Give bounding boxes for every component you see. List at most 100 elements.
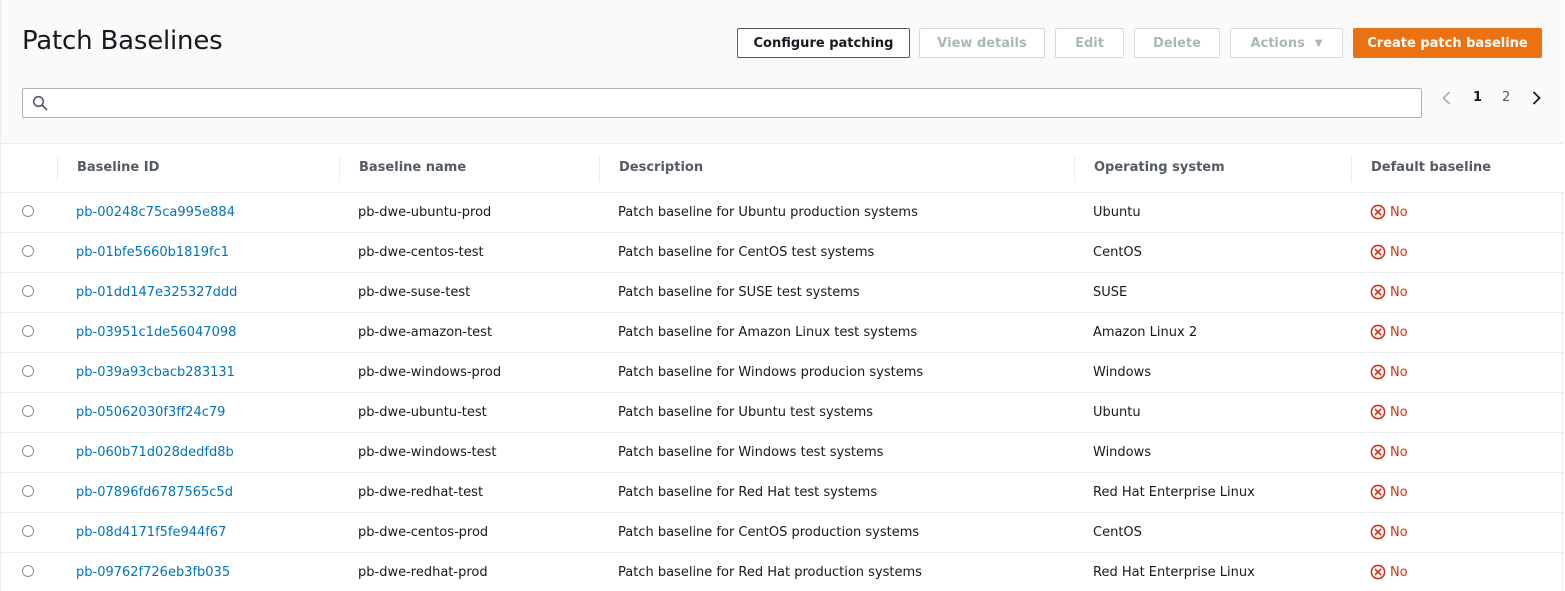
x-circle-icon [1370, 564, 1386, 580]
column-header-operating-system[interactable]: Operating system [1094, 160, 1225, 175]
table-row[interactable]: pb-07896fd6787565c5d pb-dwe-redhat-test … [1, 473, 1564, 513]
column-divider [599, 156, 600, 182]
x-circle-icon [1370, 244, 1386, 260]
search-box[interactable] [22, 88, 1422, 118]
x-circle-icon [1370, 204, 1386, 220]
row-select-radio[interactable] [22, 285, 34, 297]
default-baseline-value: No [1390, 364, 1408, 380]
operating-system-cell: Ubuntu [1093, 405, 1141, 420]
default-baseline-cell: No [1370, 404, 1408, 420]
operating-system-cell: Red Hat Enterprise Linux [1093, 565, 1255, 580]
table-row[interactable]: pb-039a93cbacb283131 pb-dwe-windows-prod… [1, 353, 1564, 393]
row-select-radio[interactable] [22, 245, 34, 257]
default-baseline-cell: No [1370, 564, 1408, 580]
actions-label: Actions [1250, 35, 1305, 51]
patch-baselines-page: Patch Baselines Configure patching View … [0, 0, 1564, 591]
table-body: pb-00248c75ca995e884 pb-dwe-ubuntu-prod … [1, 193, 1564, 591]
operating-system-cell: Ubuntu [1093, 205, 1141, 220]
default-baseline-cell: No [1370, 204, 1408, 220]
table-row[interactable]: pb-01bfe5660b1819fc1 pb-dwe-centos-test … [1, 233, 1564, 273]
operating-system-cell: Windows [1093, 445, 1152, 460]
description-cell: Patch baseline for Ubuntu test systems [618, 405, 874, 420]
operating-system-cell: SUSE [1093, 285, 1128, 300]
search-input[interactable] [57, 92, 1411, 116]
table-row[interactable]: pb-08d4171f5fe944f67 pb-dwe-centos-prod … [1, 513, 1564, 553]
description-cell: Patch baseline for Amazon Linux test sys… [618, 325, 918, 340]
baseline-id-link[interactable]: pb-01bfe5660b1819fc1 [76, 245, 229, 260]
default-baseline-value: No [1390, 524, 1408, 540]
baseline-id-link[interactable]: pb-060b71d028dedfd8b [76, 445, 234, 460]
description-cell: Patch baseline for CentOS production sys… [618, 525, 920, 540]
default-baseline-value: No [1390, 284, 1408, 300]
default-baseline-cell: No [1370, 284, 1408, 300]
default-baseline-cell: No [1370, 524, 1408, 540]
description-cell: Patch baseline for Ubuntu production sys… [618, 205, 918, 220]
table-row[interactable]: pb-03951c1de56047098 pb-dwe-amazon-test … [1, 313, 1564, 353]
operating-system-cell: Windows [1093, 365, 1152, 380]
baseline-name-cell: pb-dwe-centos-test [358, 245, 484, 260]
edit-button[interactable]: Edit [1055, 28, 1124, 58]
column-divider [1351, 156, 1352, 182]
row-select-radio[interactable] [22, 205, 34, 217]
view-details-button[interactable]: View details [919, 28, 1045, 58]
operating-system-cell: CentOS [1093, 525, 1142, 540]
row-select-radio[interactable] [22, 405, 34, 417]
baseline-name-cell: pb-dwe-centos-prod [358, 525, 489, 540]
column-header-baseline-id[interactable]: Baseline ID [77, 160, 159, 175]
table-row[interactable]: pb-01dd147e325327ddd pb-dwe-suse-test Pa… [1, 273, 1564, 313]
x-circle-icon [1370, 404, 1386, 420]
baseline-id-link[interactable]: pb-039a93cbacb283131 [76, 365, 235, 380]
column-divider [339, 156, 340, 182]
table-row[interactable]: pb-05062030f3ff24c79 pb-dwe-ubuntu-test … [1, 393, 1564, 433]
configure-patching-button[interactable]: Configure patching [737, 28, 910, 58]
create-patch-baseline-button[interactable]: Create patch baseline [1353, 28, 1542, 58]
chevron-right-icon[interactable] [1527, 89, 1545, 107]
default-baseline-value: No [1390, 324, 1408, 340]
column-divider [57, 156, 58, 182]
baseline-name-cell: pb-dwe-ubuntu-prod [358, 205, 492, 220]
baseline-id-link[interactable]: pb-09762f726eb3fb035 [76, 565, 230, 580]
default-baseline-value: No [1390, 244, 1408, 260]
row-select-radio[interactable] [22, 325, 34, 337]
baseline-id-link[interactable]: pb-00248c75ca995e884 [76, 205, 235, 220]
baseline-name-cell: pb-dwe-redhat-prod [358, 565, 488, 580]
page-number-1[interactable]: 1 [1473, 90, 1482, 105]
row-select-radio[interactable] [22, 565, 34, 577]
delete-button[interactable]: Delete [1134, 28, 1220, 58]
default-baseline-cell: No [1370, 324, 1408, 340]
caret-down-icon: ▼ [1314, 37, 1323, 49]
baseline-id-link[interactable]: pb-01dd147e325327ddd [76, 285, 237, 300]
table-row[interactable]: pb-09762f726eb3fb035 pb-dwe-redhat-prod … [1, 553, 1564, 591]
description-cell: Patch baseline for Windows test systems [618, 445, 884, 460]
x-circle-icon [1370, 484, 1386, 500]
table-row[interactable]: pb-060b71d028dedfd8b pb-dwe-windows-test… [1, 433, 1564, 473]
baseline-id-link[interactable]: pb-03951c1de56047098 [76, 325, 236, 340]
x-circle-icon [1370, 324, 1386, 340]
actions-dropdown-button[interactable]: Actions ▼ [1230, 28, 1343, 58]
table-row[interactable]: pb-00248c75ca995e884 pb-dwe-ubuntu-prod … [1, 193, 1564, 233]
baseline-name-cell: pb-dwe-suse-test [358, 285, 471, 300]
baseline-name-cell: pb-dwe-redhat-test [358, 485, 484, 500]
default-baseline-cell: No [1370, 444, 1408, 460]
header-area: Patch Baselines Configure patching View … [1, 0, 1564, 144]
chevron-left-icon[interactable] [1438, 89, 1456, 107]
search-icon [32, 95, 48, 111]
description-cell: Patch baseline for SUSE test systems [618, 285, 860, 300]
row-select-radio[interactable] [22, 445, 34, 457]
column-header-baseline-name[interactable]: Baseline name [359, 160, 466, 175]
row-select-radio[interactable] [22, 525, 34, 537]
row-select-radio[interactable] [22, 365, 34, 377]
baseline-id-link[interactable]: pb-05062030f3ff24c79 [76, 405, 225, 420]
column-header-description[interactable]: Description [619, 160, 703, 175]
default-baseline-cell: No [1370, 244, 1408, 260]
baseline-id-link[interactable]: pb-08d4171f5fe944f67 [76, 525, 226, 540]
table-header: Baseline ID Baseline name Description Op… [1, 144, 1564, 193]
default-baseline-value: No [1390, 564, 1408, 580]
x-circle-icon [1370, 524, 1386, 540]
row-select-radio[interactable] [22, 485, 34, 497]
description-cell: Patch baseline for CentOS test systems [618, 245, 875, 260]
column-header-default-baseline[interactable]: Default baseline [1371, 160, 1491, 175]
page-number-2[interactable]: 2 [1502, 90, 1510, 105]
baseline-id-link[interactable]: pb-07896fd6787565c5d [76, 485, 233, 500]
baseline-name-cell: pb-dwe-windows-test [358, 445, 497, 460]
